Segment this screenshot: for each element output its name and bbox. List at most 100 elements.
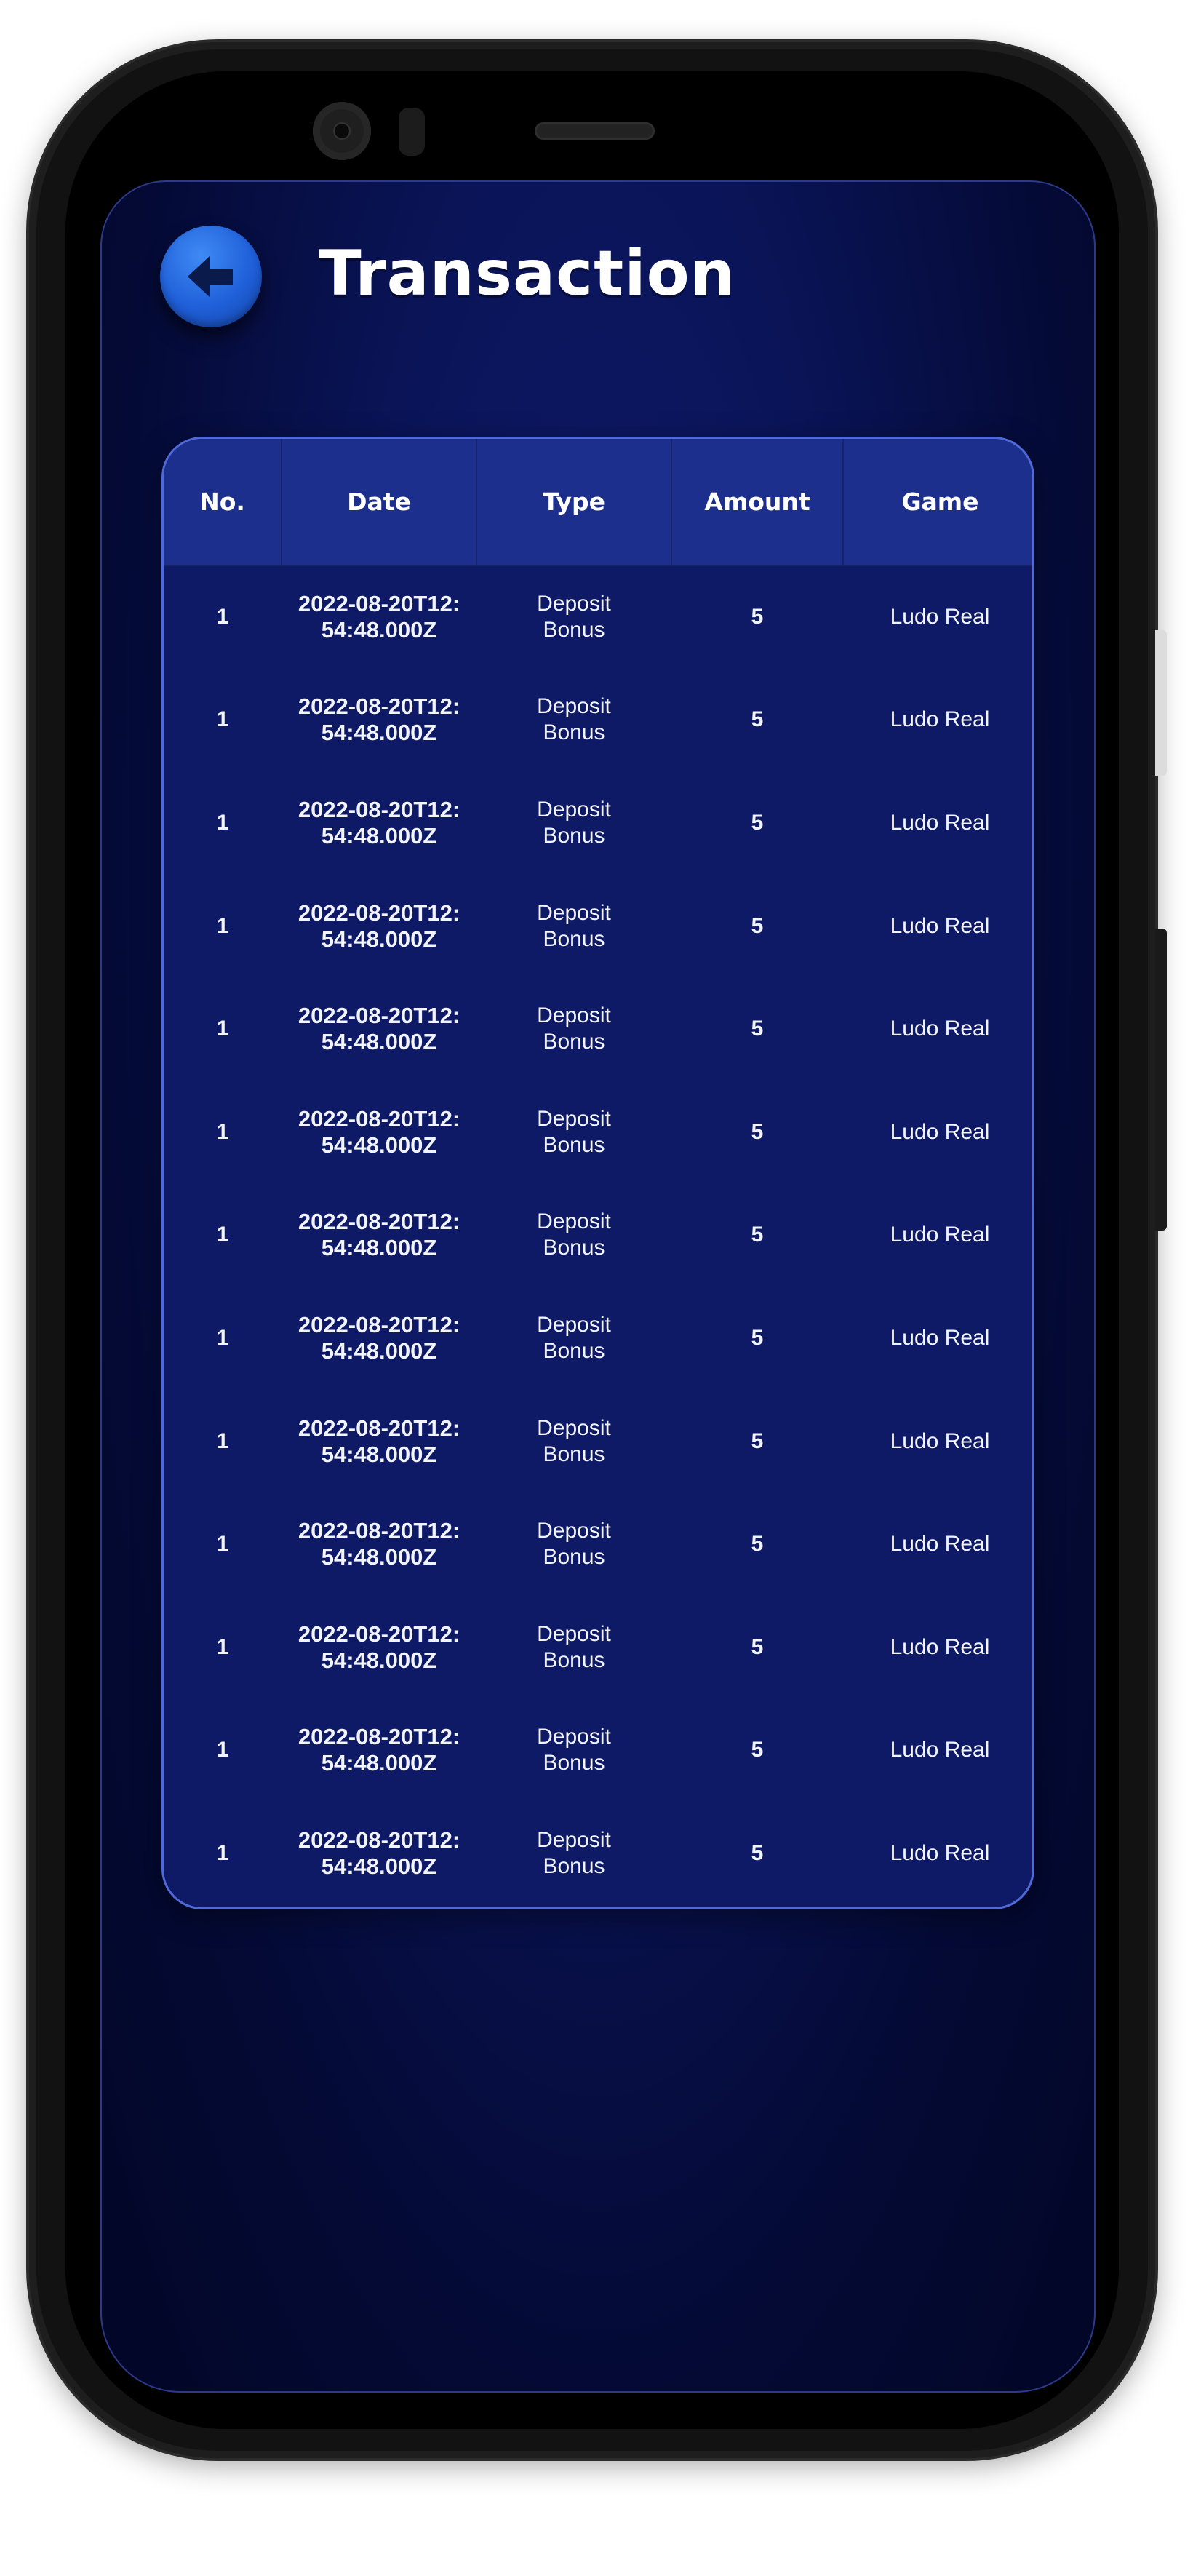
- cell-date-line2: 54:48.000Z: [321, 1544, 437, 1570]
- cell-no-value: 1: [216, 913, 229, 938]
- cell-no-value: 1: [216, 1634, 229, 1659]
- cell-no: 1: [164, 977, 282, 1081]
- cell-date: 2022-08-20T12: 54:48.000Z: [282, 669, 476, 772]
- cell-amount-value: 5: [751, 1325, 764, 1350]
- cell-amount-value: 5: [751, 1428, 764, 1453]
- cell-no: 1: [164, 1699, 282, 1802]
- cell-date-line2: 54:48.000Z: [321, 720, 437, 746]
- table-row[interactable]: 1 2022-08-20T12: 54:48.000Z Deposit Bonus 5 Lu…: [164, 1596, 1032, 1699]
- cell-amount-value: 5: [751, 913, 764, 938]
- column-header-date[interactable]: Date: [282, 439, 477, 566]
- cell-date-line1: 2022-08-20T12:: [298, 1415, 460, 1441]
- cell-game-value: Ludo Real: [890, 1223, 990, 1247]
- cell-amount-value: 5: [751, 1634, 764, 1659]
- cell-type-line2: Bonus: [543, 1338, 605, 1363]
- cell-game-value: Ludo Real: [890, 1017, 990, 1041]
- cell-type-line2: Bonus: [543, 1545, 605, 1570]
- cell-type-line1: Deposit: [537, 1621, 611, 1646]
- cell-type-line2: Bonus: [543, 926, 605, 951]
- cell-no: 1: [164, 1492, 282, 1596]
- cell-type-line1: Deposit: [537, 797, 611, 822]
- cell-type-line1: Deposit: [537, 1725, 611, 1749]
- cell-date-line1: 2022-08-20T12:: [298, 693, 460, 720]
- cell-no: 1: [164, 565, 282, 669]
- table-row[interactable]: 1 2022-08-20T12: 54:48.000Z Deposit Bonus 5 Lu…: [164, 771, 1032, 875]
- cell-game: Ludo Real: [843, 1184, 1032, 1287]
- cell-game-value: Ludo Real: [890, 1325, 990, 1350]
- cell-no-value: 1: [216, 707, 229, 732]
- cell-amount: 5: [671, 875, 843, 978]
- cell-date: 2022-08-20T12: 54:48.000Z: [282, 1287, 476, 1390]
- cell-date: 2022-08-20T12: 54:48.000Z: [282, 1596, 476, 1699]
- cell-type: Deposit Bonus: [476, 1596, 671, 1699]
- cell-date: 2022-08-20T12: 54:48.000Z: [282, 977, 476, 1081]
- cell-type-line1: Deposit: [537, 1209, 611, 1234]
- app-screen: Transaction No. Date Type Amount Game 1 2…: [100, 180, 1096, 2393]
- cell-no: 1: [164, 1287, 282, 1390]
- cell-game-value: Ludo Real: [890, 1428, 990, 1453]
- cell-game-value: Ludo Real: [890, 605, 990, 629]
- table-row[interactable]: 1 2022-08-20T12: 54:48.000Z Deposit Bonus 5 Lu…: [164, 1699, 1032, 1802]
- table-row[interactable]: 1 2022-08-20T12: 54:48.000Z Deposit Bonus 5 Lu…: [164, 669, 1032, 772]
- cell-game: Ludo Real: [843, 669, 1032, 772]
- cell-amount: 5: [671, 669, 843, 772]
- cell-date-line1: 2022-08-20T12:: [298, 1105, 460, 1132]
- table-row[interactable]: 1 2022-08-20T12: 54:48.000Z Deposit Bonus 5 Lu…: [164, 977, 1032, 1081]
- cell-no-value: 1: [216, 1223, 229, 1247]
- cell-type: Deposit Bonus: [476, 1802, 671, 1905]
- cell-amount: 5: [671, 1596, 843, 1699]
- cell-type: Deposit Bonus: [476, 875, 671, 978]
- table-row[interactable]: 1 2022-08-20T12: 54:48.000Z Deposit Bonus 5 Lu…: [164, 1184, 1032, 1287]
- cell-date: 2022-08-20T12: 54:48.000Z: [282, 1492, 476, 1596]
- cell-type-line2: Bonus: [543, 618, 605, 643]
- cell-date-line1: 2022-08-20T12:: [298, 1826, 460, 1853]
- cell-type-line2: Bonus: [543, 1132, 605, 1157]
- cell-no-value: 1: [216, 1532, 229, 1557]
- cell-game-value: Ludo Real: [890, 1738, 990, 1762]
- cell-no: 1: [164, 669, 282, 772]
- back-button[interactable]: [160, 226, 262, 327]
- cell-no-value: 1: [216, 810, 229, 835]
- table-row[interactable]: 1 2022-08-20T12: 54:48.000Z Deposit Bonus 5 Lu…: [164, 875, 1032, 978]
- cell-amount: 5: [671, 1492, 843, 1596]
- cell-date: 2022-08-20T12: 54:48.000Z: [282, 771, 476, 875]
- cell-type-line1: Deposit: [537, 1827, 611, 1852]
- cell-date-line2: 54:48.000Z: [321, 1441, 437, 1467]
- table-row[interactable]: 1 2022-08-20T12: 54:48.000Z Deposit Bonus 5 Lu…: [164, 1287, 1032, 1390]
- table-row[interactable]: 1 2022-08-20T12: 54:48.000Z Deposit Bonus 5 Lu…: [164, 1492, 1032, 1596]
- column-header-game[interactable]: Game: [843, 439, 1032, 566]
- cell-date-line1: 2022-08-20T12:: [298, 1003, 460, 1029]
- column-header-type[interactable]: Type: [476, 439, 672, 566]
- cell-date-line1: 2022-08-20T12:: [298, 1518, 460, 1544]
- cell-no: 1: [164, 1184, 282, 1287]
- cell-no: 1: [164, 875, 282, 978]
- cell-no-value: 1: [216, 1017, 229, 1041]
- cell-amount-value: 5: [751, 1223, 764, 1247]
- cell-date-line2: 54:48.000Z: [321, 822, 437, 848]
- cell-amount-value: 5: [751, 1017, 764, 1041]
- table-row[interactable]: 1 2022-08-20T12: 54:48.000Z Deposit Bonus 5 Lu…: [164, 1081, 1032, 1184]
- cell-type: Deposit Bonus: [476, 1184, 671, 1287]
- earpiece-speaker: [535, 122, 655, 140]
- cell-game: Ludo Real: [843, 771, 1032, 875]
- cell-game-value: Ludo Real: [890, 1532, 990, 1557]
- cell-date-line2: 54:48.000Z: [321, 1853, 437, 1879]
- cell-game: Ludo Real: [843, 1492, 1032, 1596]
- table-row[interactable]: 1 2022-08-20T12: 54:48.000Z Deposit Bonus 5 Lu…: [164, 1802, 1032, 1905]
- cell-no-value: 1: [216, 605, 229, 629]
- table-row[interactable]: 1 2022-08-20T12: 54:48.000Z Deposit Bonus 5 Lu…: [164, 565, 1032, 669]
- cell-amount: 5: [671, 977, 843, 1081]
- volume-button: [1155, 929, 1167, 1231]
- cell-type-line1: Deposit: [537, 694, 611, 719]
- cell-type-line1: Deposit: [537, 1519, 611, 1543]
- cell-type: Deposit Bonus: [476, 1287, 671, 1390]
- column-header-amount[interactable]: Amount: [671, 439, 844, 566]
- transaction-table: No. Date Type Amount Game 1 2022-08-20T12…: [164, 439, 1032, 1905]
- cell-game-value: Ludo Real: [890, 1634, 990, 1659]
- table-row[interactable]: 1 2022-08-20T12: 54:48.000Z Deposit Bonus 5 Lu…: [164, 1390, 1032, 1493]
- cell-amount: 5: [671, 1287, 843, 1390]
- cell-type: Deposit Bonus: [476, 669, 671, 772]
- front-camera: [313, 102, 371, 160]
- column-header-no[interactable]: No.: [164, 439, 282, 566]
- power-button: [1155, 630, 1167, 776]
